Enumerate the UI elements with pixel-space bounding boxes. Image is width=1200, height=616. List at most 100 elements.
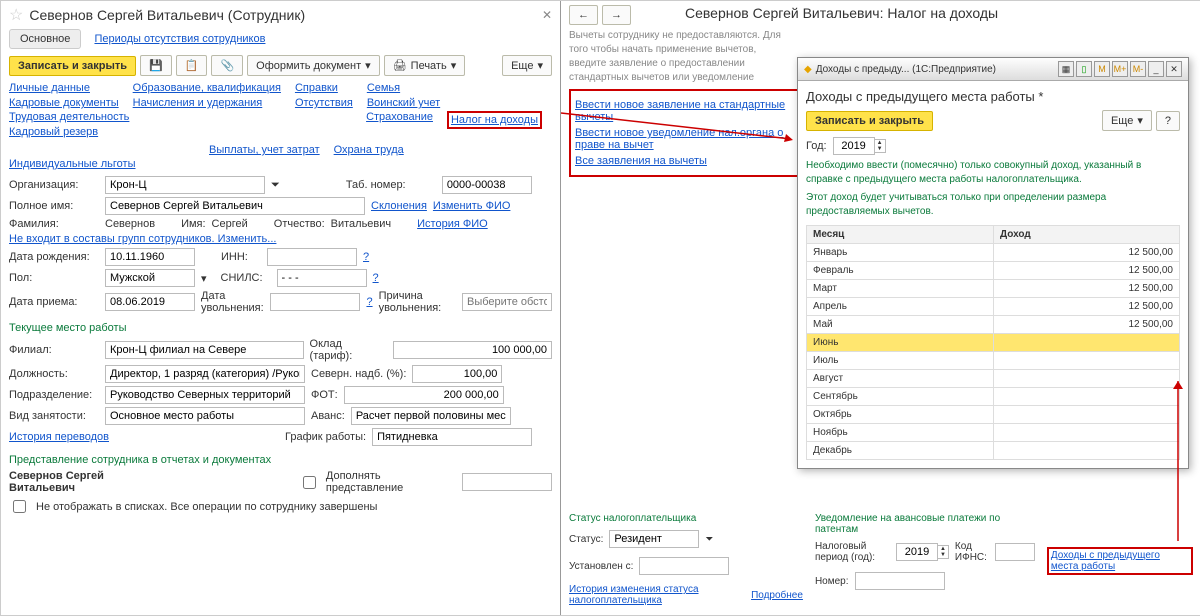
dept-field[interactable]: [105, 386, 305, 404]
link-pay-acct[interactable]: Выплаты, учет затрат: [209, 144, 320, 156]
reason-field[interactable]: [462, 293, 552, 311]
table-row[interactable]: Март12 500,00: [807, 280, 1180, 298]
link-education[interactable]: Образование, квалификация: [133, 82, 281, 94]
link-personal[interactable]: Личные данные: [9, 82, 119, 94]
table-row[interactable]: Август: [807, 370, 1180, 388]
year-spinner[interactable]: ▲▼: [833, 137, 886, 155]
period-spinner[interactable]: ▲▼: [896, 543, 949, 561]
link-reserve[interactable]: Кадровый резерв: [9, 126, 129, 138]
print-button[interactable]: 🖨 Печать ▾: [384, 55, 466, 76]
hide-checkbox[interactable]: [13, 500, 26, 513]
dlg-m-icon[interactable]: ▯: [1076, 61, 1092, 77]
tab-main[interactable]: Основное: [9, 29, 81, 49]
notif-title: Уведомление на авансовые платежи по пате…: [815, 513, 1035, 535]
save-icon-button[interactable]: 💾: [140, 55, 172, 76]
since-field[interactable]: [639, 557, 729, 575]
table-row[interactable]: Январь12 500,00: [807, 244, 1180, 262]
north-field[interactable]: [412, 365, 502, 383]
status-field[interactable]: [609, 530, 699, 548]
inn-help[interactable]: ?: [363, 251, 369, 263]
star-icon[interactable]: ☆: [9, 5, 23, 25]
emp-field[interactable]: [105, 407, 305, 425]
salary-label: Оклад (тариф):: [310, 338, 388, 362]
link-family[interactable]: Семья: [367, 82, 440, 94]
sklon-link[interactable]: Склонения: [371, 200, 427, 212]
nav-back[interactable]: ←: [569, 5, 598, 25]
nav-fwd[interactable]: →: [602, 5, 631, 25]
schedule-field[interactable]: [372, 428, 532, 446]
link-tax-notice[interactable]: Ввести новое уведомление нал.органа о пр…: [575, 127, 805, 151]
table-row[interactable]: Май12 500,00: [807, 316, 1180, 334]
branch-field[interactable]: [105, 341, 304, 359]
save-button[interactable]: Записать и закрыть: [9, 56, 136, 76]
dlg-more-button[interactable]: Еще ▾: [1102, 110, 1152, 131]
histfio-link[interactable]: История ФИО: [417, 218, 488, 230]
link-safety[interactable]: Охрана труда: [334, 144, 404, 156]
hire-field[interactable]: [105, 293, 195, 311]
link-insurance[interactable]: Страхование: [366, 111, 433, 123]
dlg-mplus-btn[interactable]: M+: [1112, 61, 1128, 77]
table-row[interactable]: Июль: [807, 352, 1180, 370]
supp-checkbox[interactable]: [303, 476, 316, 489]
salary-field[interactable]: [393, 341, 552, 359]
table-row[interactable]: Ноябрь: [807, 424, 1180, 442]
table-row[interactable]: Сентябрь: [807, 388, 1180, 406]
schedule-label: График работы:: [285, 431, 366, 443]
close-icon[interactable]: ✕: [542, 8, 552, 22]
ifns-field[interactable]: [995, 543, 1035, 561]
groups-link[interactable]: Не входит в составы групп сотрудников. И…: [9, 233, 276, 245]
dlg-help-button[interactable]: ?: [1156, 111, 1180, 131]
link-income-tax[interactable]: Налог на доходы: [447, 111, 542, 129]
org-lookup[interactable]: ⏷: [271, 179, 280, 192]
dlg-close-btn[interactable]: ✕: [1166, 61, 1182, 77]
link-benefits[interactable]: Индивидуальные льготы: [9, 158, 136, 170]
table-row[interactable]: Октябрь: [807, 406, 1180, 424]
tab-periods[interactable]: Периоды отсутствия сотрудников: [94, 33, 265, 45]
link-activity[interactable]: Трудовая деятельность: [9, 111, 129, 123]
link-hr-docs[interactable]: Кадровые документы: [9, 97, 119, 109]
more-button[interactable]: Еще ▾: [502, 55, 552, 76]
supp-field[interactable]: [462, 473, 552, 491]
fire-label: Дата увольнения:: [201, 290, 264, 314]
dlg-mminus-btn[interactable]: M-: [1130, 61, 1146, 77]
link-absences[interactable]: Отсутствия: [295, 97, 353, 109]
dlg-calc-icon[interactable]: ▦: [1058, 61, 1074, 77]
fullname-field[interactable]: [105, 197, 365, 215]
status-hist-link[interactable]: История изменения статуса налогоплательщ…: [569, 584, 734, 606]
attach-icon-button[interactable]: 📎: [211, 55, 243, 76]
table-row[interactable]: Апрель12 500,00: [807, 298, 1180, 316]
reason-label: Причина увольнения:: [379, 290, 456, 314]
sex-field[interactable]: [105, 269, 195, 287]
dob-field[interactable]: [105, 248, 195, 266]
dlg-m-btn[interactable]: M: [1094, 61, 1110, 77]
fire-field[interactable]: [270, 293, 360, 311]
inn-field[interactable]: [267, 248, 357, 266]
link-std-deduct[interactable]: Ввести новое заявление на стандартные вы…: [575, 99, 805, 123]
fire-help[interactable]: ?: [366, 296, 372, 308]
format-doc-button[interactable]: Оформить документ ▾: [247, 55, 380, 76]
dlg-min-btn[interactable]: _: [1148, 61, 1164, 77]
dlg-save-button[interactable]: Записать и закрыть: [806, 111, 933, 131]
prev-income-link[interactable]: Доходы с предыдущего места работы: [1047, 547, 1193, 575]
fot-field[interactable]: [344, 386, 504, 404]
link-military[interactable]: Воинский учет: [367, 97, 440, 109]
link-refs[interactable]: Справки: [295, 82, 353, 94]
pos-field[interactable]: [105, 365, 305, 383]
table-row[interactable]: Декабрь: [807, 442, 1180, 460]
table-row[interactable]: Февраль12 500,00: [807, 262, 1180, 280]
transfer-hist-link[interactable]: История переводов: [9, 431, 109, 443]
link-all-deduct[interactable]: Все заявления на вычеты: [575, 155, 805, 167]
link-payments[interactable]: Начисления и удержания: [133, 97, 281, 109]
north-label: Северн. надб. (%):: [311, 368, 406, 380]
snils-field[interactable]: [277, 269, 367, 287]
right-title: Севернов Сергей Витальевич: Налог на дох…: [685, 5, 998, 25]
changefio-link[interactable]: Изменить ФИО: [433, 200, 511, 212]
copy-icon-button[interactable]: 📋: [176, 55, 208, 76]
advance-field[interactable]: [351, 407, 511, 425]
num-field[interactable]: [855, 572, 945, 590]
table-row[interactable]: Июнь: [807, 334, 1180, 352]
org-field[interactable]: [105, 176, 265, 194]
tab-field[interactable]: [442, 176, 532, 194]
more-link[interactable]: Подробнее: [751, 590, 803, 601]
snils-help[interactable]: ?: [373, 272, 379, 284]
